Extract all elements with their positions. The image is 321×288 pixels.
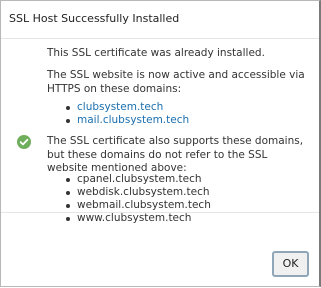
check-circle-icon — [17, 135, 31, 149]
ssl-domain-list: clubsystem.tech mail.clubsystem.tech — [63, 101, 189, 127]
other-domains-text: The SSL certificate also supports these … — [47, 135, 304, 174]
other-domain-item: webdisk.clubsystem.tech — [63, 186, 211, 199]
dialog-header: SSL Host Successfully Installed — [1, 1, 319, 39]
ssl-domain-link[interactable]: mail.clubsystem.tech — [63, 114, 189, 127]
ssl-active-text: The SSL website is now active and access… — [47, 69, 305, 95]
other-domain-item: cpanel.clubsystem.tech — [63, 173, 211, 186]
ssl-domain-link[interactable]: clubsystem.tech — [63, 101, 189, 114]
dialog-body: This SSL certificate was already install… — [1, 39, 319, 224]
ok-button[interactable]: OK — [272, 251, 309, 277]
dialog-footer: OK — [1, 212, 319, 288]
already-installed-text: This SSL certificate was already install… — [47, 47, 265, 59]
dialog-title: SSL Host Successfully Installed — [9, 12, 180, 25]
ssl-installed-dialog: SSL Host Successfully Installed This SSL… — [0, 0, 321, 287]
other-domain-item: webmail.clubsystem.tech — [63, 199, 211, 212]
